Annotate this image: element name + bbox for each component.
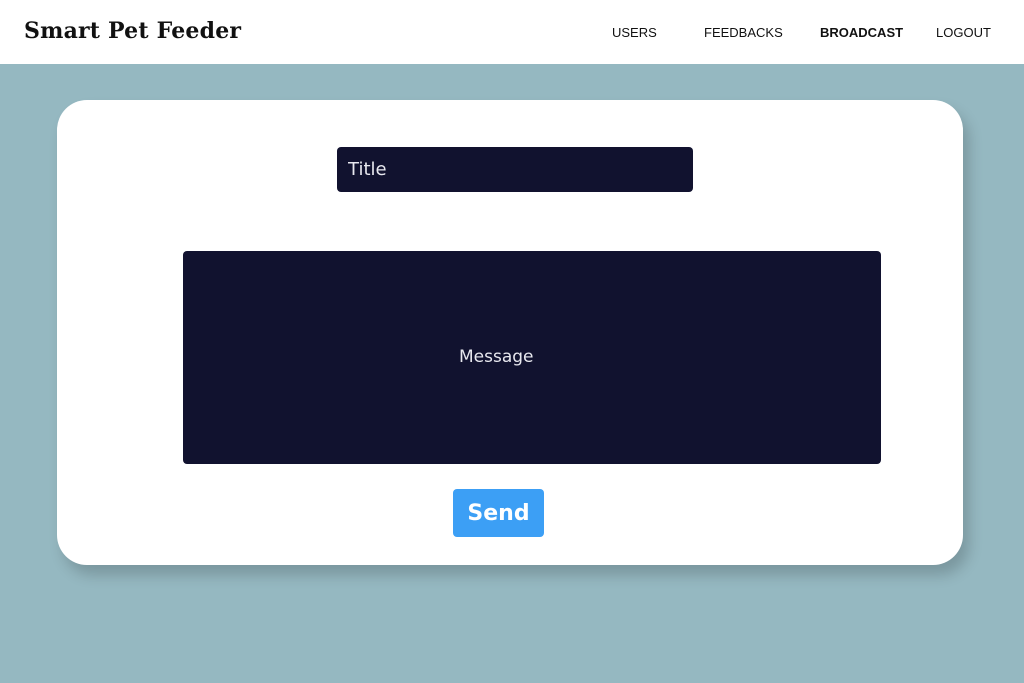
nav-users-link[interactable]: USERS — [612, 25, 657, 40]
nav-broadcast-link[interactable]: BROADCAST — [820, 25, 903, 40]
title-input[interactable] — [337, 147, 693, 192]
send-button[interactable]: Send — [453, 489, 544, 537]
brand-title: Smart Pet Feeder — [24, 18, 242, 44]
nav-feedbacks-link[interactable]: FEEDBACKS — [704, 25, 783, 40]
nav-logout-link[interactable]: LOGOUT — [936, 25, 991, 40]
message-textarea[interactable] — [183, 251, 881, 464]
top-navbar: Smart Pet Feeder USERS FEEDBACKS BROADCA… — [0, 0, 1024, 64]
